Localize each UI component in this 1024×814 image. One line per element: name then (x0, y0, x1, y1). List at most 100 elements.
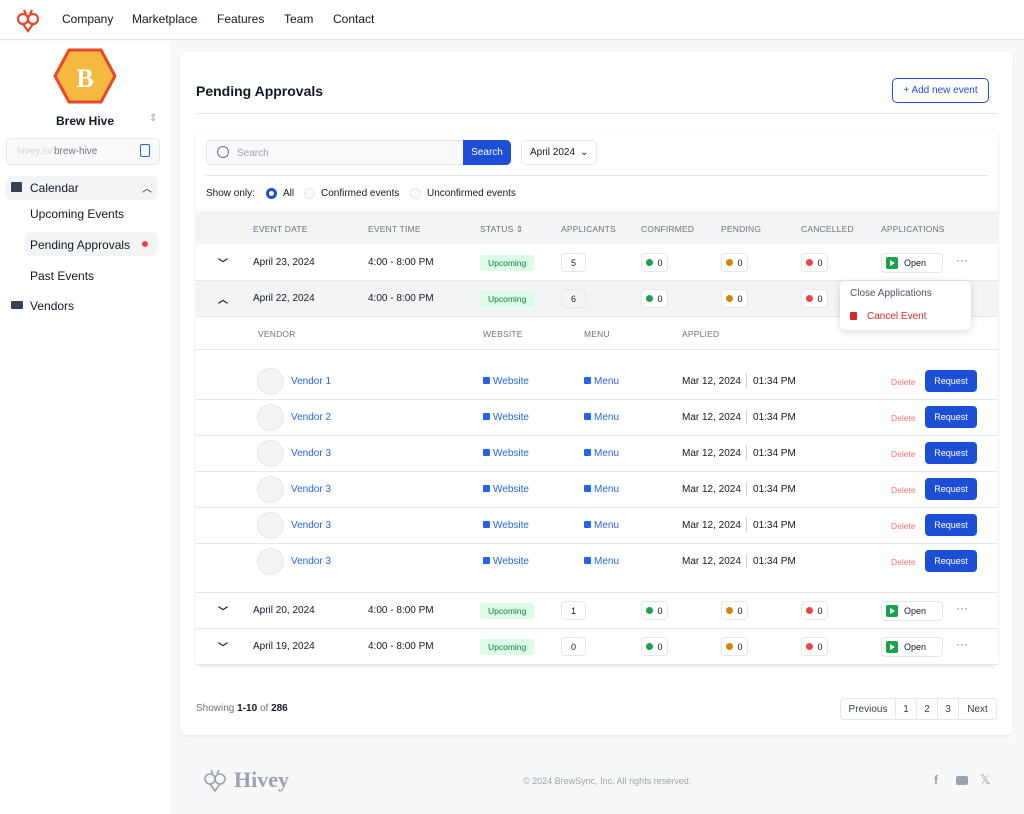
website-link[interactable]: Website (483, 412, 529, 423)
youtube-icon[interactable] (956, 776, 968, 785)
x-twitter-icon[interactable]: 𝕏 (980, 772, 990, 788)
nav-marketplace[interactable]: Marketplace (132, 12, 197, 26)
request-button[interactable]: Request (925, 406, 977, 428)
applications-status: Open (904, 642, 927, 652)
website-link[interactable]: Website (483, 448, 529, 459)
nav-company[interactable]: Company (62, 12, 113, 26)
chevron-down-icon[interactable]: ﹀ (218, 639, 228, 654)
vendor-name-link[interactable]: Vendor 3 (291, 448, 331, 459)
more-options-icon[interactable]: ··· (956, 601, 968, 615)
menu-link[interactable]: Menu (584, 448, 619, 459)
table-row: ﹀ April 23, 2024 4:00 - 8:00 PM Upcoming… (196, 245, 998, 281)
menu-link[interactable]: Menu (584, 412, 619, 423)
month-select[interactable]: April 2024 ⌄ (521, 140, 597, 165)
chevron-up-icon[interactable]: ︿ (218, 291, 228, 306)
calendar-icon (11, 182, 22, 192)
row-actions-dropdown: Close Applications Cancel Event (840, 281, 971, 330)
copy-icon[interactable] (140, 144, 150, 157)
request-button[interactable]: Request (925, 478, 977, 500)
avatar (257, 548, 284, 575)
applications-open-button[interactable]: Open (881, 601, 943, 621)
nav-features[interactable]: Features (217, 12, 264, 26)
search-input[interactable]: Search (206, 140, 464, 165)
event-time: 4:00 - 8:00 PM (368, 293, 434, 304)
delete-button[interactable]: Delete (891, 413, 916, 423)
vendor-name-link[interactable]: Vendor 3 (291, 520, 331, 531)
org-url-field[interactable]: hivey.io/ brew-hive (6, 138, 160, 165)
radio-unconfirmed[interactable] (410, 188, 421, 199)
previous-button[interactable]: Previous (840, 698, 896, 720)
applications-open-button[interactable]: Open (881, 637, 943, 657)
delete-button[interactable]: Delete (891, 521, 916, 531)
delete-button[interactable]: Delete (891, 377, 916, 387)
cancel-event-item[interactable]: Cancel Event (867, 311, 926, 322)
request-button[interactable]: Request (925, 442, 977, 464)
menu-link[interactable]: Menu (584, 520, 619, 531)
vendor-name-link[interactable]: Vendor 1 (291, 376, 331, 387)
applicants-count: 6 (561, 289, 586, 308)
radio-all[interactable] (266, 188, 277, 199)
sidebar-item-label: Pending Approvals (30, 238, 131, 252)
pending-count: 0 (721, 253, 748, 272)
divider (746, 446, 747, 460)
vendor-name-link[interactable]: Vendor 2 (291, 412, 331, 423)
radio-confirmed[interactable] (304, 188, 315, 199)
website-link[interactable]: Website (483, 484, 529, 495)
trash-icon (850, 312, 857, 320)
hivey-logo-icon[interactable] (14, 7, 42, 33)
applied-time: 01:34 PM (753, 448, 796, 459)
applied-time: 01:34 PM (753, 412, 796, 423)
delete-button[interactable]: Delete (891, 449, 916, 459)
sidebar-item-vendors[interactable]: Vendors (30, 299, 74, 313)
divider (746, 518, 747, 532)
request-button[interactable]: Request (925, 550, 977, 572)
menu-link[interactable]: Menu (584, 556, 619, 567)
add-new-event-button[interactable]: + Add new event (892, 78, 989, 103)
avatar (257, 512, 284, 539)
vendor-row: Vendor 1 Website Menu Mar 12, 2024 01:34… (196, 364, 998, 400)
col-applicants: APPLICANTS (561, 224, 616, 234)
request-button[interactable]: Request (925, 370, 977, 392)
delete-button[interactable]: Delete (891, 557, 916, 567)
close-applications-item[interactable]: Close Applications (850, 288, 932, 299)
org-switcher-icon[interactable]: ⇕ (149, 113, 157, 124)
page-3[interactable]: 3 (938, 698, 959, 720)
external-link-icon (584, 485, 591, 492)
sidebar-item-upcoming-events[interactable]: Upcoming Events (30, 207, 124, 221)
nav-team[interactable]: Team (284, 12, 313, 26)
divider (746, 482, 747, 496)
col-status[interactable]: STATUS ⇕ (480, 224, 523, 235)
website-link[interactable]: Website (483, 556, 529, 567)
applications-open-button[interactable]: Open (881, 253, 943, 273)
next-button[interactable]: Next (959, 698, 997, 720)
request-button[interactable]: Request (925, 514, 977, 536)
menu-link[interactable]: Menu (584, 484, 619, 495)
applied-date: Mar 12, 2024 (682, 520, 741, 531)
more-options-icon[interactable]: ··· (956, 637, 968, 651)
external-link-icon (584, 413, 591, 420)
applied-date: Mar 12, 2024 (682, 484, 741, 495)
search-placeholder: Search (237, 148, 269, 159)
play-icon (886, 257, 898, 269)
vendor-name-link[interactable]: Vendor 3 (291, 556, 331, 567)
vendor-row: Vendor 3 Website Menu Mar 12, 2024 01:34… (196, 436, 998, 472)
search-button[interactable]: Search (463, 140, 511, 165)
delete-button[interactable]: Delete (891, 485, 916, 495)
chevron-down-icon[interactable]: ﹀ (218, 255, 228, 270)
menu-link[interactable]: Menu (584, 376, 619, 387)
website-link[interactable]: Website (483, 376, 529, 387)
sidebar-item-calendar[interactable]: Calendar ︿ (6, 176, 157, 200)
facebook-icon[interactable]: f (934, 773, 938, 787)
more-options-icon[interactable]: ··· (956, 253, 968, 267)
chevron-down-icon[interactable]: ﹀ (218, 603, 228, 618)
chevron-up-icon: ︿ (142, 184, 152, 195)
sidebar-item-past-events[interactable]: Past Events (30, 269, 94, 283)
page-1[interactable]: 1 (896, 698, 917, 720)
website-link[interactable]: Website (483, 520, 529, 531)
page-2[interactable]: 2 (917, 698, 938, 720)
sidebar-item-pending-approvals[interactable]: Pending Approvals (25, 232, 157, 256)
status-badge: Upcoming (480, 291, 535, 307)
nav-contact[interactable]: Contact (333, 12, 374, 26)
table-row: ﹀ April 19, 2024 4:00 - 8:00 PM Upcoming… (196, 629, 998, 665)
vendor-name-link[interactable]: Vendor 3 (291, 484, 331, 495)
